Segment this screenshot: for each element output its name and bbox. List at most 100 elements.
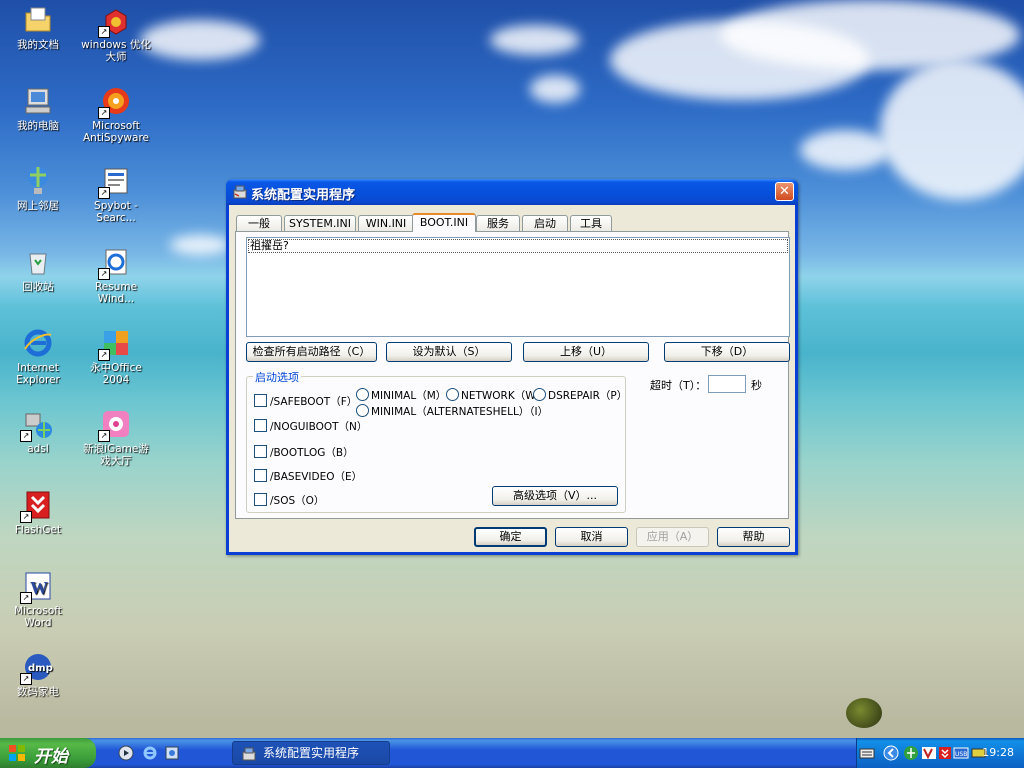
clock[interactable]: 19:28 — [982, 746, 1014, 759]
dsrepair-radio[interactable] — [533, 388, 546, 401]
desktop-icon-antispyware[interactable]: ↗ Microsoft AntiSpyware — [78, 85, 154, 144]
desktop-icon-my-documents[interactable]: 我的文档 — [0, 4, 76, 51]
window-title: 系统配置实用程序 — [251, 188, 356, 203]
shortcut-arrow-icon: ↗ — [98, 187, 110, 199]
media-player-icon[interactable] — [118, 745, 134, 761]
boot-options-group: 启动选项 /SAFEBOOT（F） /NOGUIBOOT（N） /BOOTLOG… — [246, 369, 627, 513]
tab-services[interactable]: 服务 — [476, 215, 520, 231]
internet-explorer-icon — [24, 329, 52, 357]
desktop-icon-label: Microsoft Word — [14, 605, 62, 629]
desktop-icon-label: windows 优化大师 — [81, 39, 151, 63]
boot-ini-listbox[interactable]: 祖擢岳? — [246, 237, 790, 337]
tab-general[interactable]: 一般 — [236, 215, 282, 231]
keyboard-icon[interactable] — [859, 745, 875, 761]
minimal-label: MINIMAL（M） — [371, 390, 447, 402]
system-config-window: 系统配置实用程序 ✕ 一般 SYSTEM.INI WIN.INI BOOT.IN… — [226, 179, 798, 555]
svg-text:USB: USB — [955, 751, 967, 758]
desktop-icon-internet-explorer[interactable]: Internet Explorer — [0, 327, 76, 386]
network-icon[interactable] — [903, 745, 919, 761]
desktop-icon-label: 回收站 — [22, 281, 54, 293]
system-tray: USB 19:28 — [856, 738, 1024, 768]
close-icon: ✕ — [779, 184, 790, 199]
move-up-button[interactable]: 上移（U） — [523, 342, 649, 362]
desktop-icon-resume-windows[interactable]: ↗ Resume Wind... — [78, 246, 154, 305]
flashget-icon[interactable] — [937, 745, 953, 761]
start-label: 开始 — [34, 747, 68, 767]
antispyware-icon[interactable] — [921, 745, 937, 761]
help-button[interactable]: 帮助 — [717, 527, 790, 547]
check-all-boot-paths-button[interactable]: 检查所有启动路径（C） — [246, 342, 377, 362]
desktop-icon-recycle-bin[interactable]: 回收站 — [0, 246, 76, 293]
desktop-icon-adsl[interactable]: ↗ adsl — [0, 408, 76, 455]
desktop-icon-microsoft-word[interactable]: W ↗ Microsoft Word — [0, 570, 76, 629]
usb-icon[interactable]: USB — [953, 745, 969, 761]
desktop-icon-label: 网上邻居 — [17, 200, 59, 212]
desktop-icon-spybot[interactable]: ↗ Spybot - Searc... — [78, 165, 154, 224]
tab-startup[interactable]: 启动 — [522, 215, 568, 231]
tab-system-ini[interactable]: SYSTEM.INI — [284, 215, 356, 231]
folder-icon — [25, 7, 51, 32]
desktop-icon-label: Internet Explorer — [16, 362, 60, 386]
sos-checkbox[interactable] — [254, 493, 267, 506]
close-button[interactable]: ✕ — [775, 182, 794, 201]
timeout-input[interactable] — [708, 375, 746, 393]
shortcut-arrow-icon: ↗ — [20, 592, 32, 604]
boot-options-legend: 启动选项 — [253, 369, 301, 385]
noguiboot-checkbox[interactable] — [254, 419, 267, 432]
safeboot-checkbox[interactable] — [254, 394, 267, 407]
desktop-icon-digital-appliance[interactable]: dmp ↗ 数码家电 — [0, 651, 76, 698]
minimal-alternateshell-radio[interactable] — [356, 404, 369, 417]
network-places-icon — [28, 167, 48, 194]
timeout-unit-label: 秒 — [751, 379, 762, 392]
desktop-icon-label: Resume Wind... — [94, 281, 138, 305]
shortcut-arrow-icon: ↗ — [98, 26, 110, 38]
show-desktop-icon[interactable] — [164, 745, 180, 761]
svg-text:W: W — [30, 578, 48, 598]
shortcut-arrow-icon: ↗ — [98, 268, 110, 280]
shortcut-arrow-icon: ↗ — [20, 511, 32, 523]
tab-tools[interactable]: 工具 — [570, 215, 612, 231]
start-button[interactable]: 开始 — [0, 738, 96, 768]
apply-button[interactable]: 应用（A） — [636, 527, 709, 547]
minimal-radio[interactable] — [356, 388, 369, 401]
tab-win-ini[interactable]: WIN.INI — [358, 215, 414, 231]
taskbar-item-label: 系统配置实用程序 — [263, 746, 360, 760]
desktop-icon-label: Microsoft AntiSpyware — [83, 120, 149, 144]
basevideo-checkbox[interactable] — [254, 469, 267, 482]
advanced-options-button[interactable]: 高级选项（V）... — [492, 486, 618, 506]
bootlog-checkbox[interactable] — [254, 445, 267, 458]
boot-ini-panel: 祖擢岳? 检查所有启动路径（C） 设为默认（S） 上移（U） 下移（D） 启动选… — [235, 231, 790, 519]
internet-explorer-icon[interactable] — [142, 745, 158, 761]
computer-icon — [25, 88, 51, 114]
msconfig-icon — [233, 185, 247, 199]
desktop-icon-label: 新浪iGame游戏大厅 — [83, 443, 149, 467]
basevideo-label: /BASEVIDEO（E） — [270, 471, 363, 483]
taskbar: 开始 系统配置实用程序 USB 19:28 — [0, 738, 1024, 768]
arrow-left-icon[interactable] — [883, 745, 899, 761]
set-as-default-button[interactable]: 设为默认（S） — [386, 342, 512, 362]
network-radio[interactable] — [446, 388, 459, 401]
shortcut-arrow-icon: ↗ — [98, 349, 110, 361]
desktop-icon-label: Spybot - Searc... — [94, 200, 138, 224]
ok-button[interactable]: 确定 — [474, 527, 547, 547]
window-titlebar[interactable]: 系统配置实用程序 ✕ — [226, 179, 798, 205]
safeboot-label: /SAFEBOOT（F） — [270, 396, 358, 408]
tab-boot-ini[interactable]: BOOT.INI — [412, 213, 476, 232]
desktop-icon-my-computer[interactable]: 我的电脑 — [0, 85, 76, 132]
cancel-button[interactable]: 取消 — [555, 527, 628, 547]
recycle-bin-icon — [29, 253, 47, 275]
desktop-icon-yozo-office[interactable]: ↗ 永中Office 2004 — [78, 327, 154, 386]
shortcut-arrow-icon: ↗ — [20, 430, 32, 442]
list-item[interactable]: 祖擢岳? — [248, 239, 788, 253]
bootlog-label: /BOOTLOG（B） — [270, 447, 354, 459]
desktop-icon-flashget[interactable]: ↗ FlashGet — [0, 489, 76, 536]
desktop-icon-label: adsl — [27, 443, 49, 455]
shortcut-arrow-icon: ↗ — [98, 430, 110, 442]
taskbar-item-system-config[interactable]: 系统配置实用程序 — [232, 741, 390, 765]
move-down-button[interactable]: 下移（D） — [664, 342, 790, 362]
timeout-label: 超时（T）： — [650, 379, 707, 392]
desktop-icon-windows-optimizer[interactable]: ↗ windows 优化大师 — [78, 4, 154, 63]
shortcut-arrow-icon: ↗ — [20, 673, 32, 685]
desktop-icon-network-places[interactable]: 网上邻居 — [0, 165, 76, 212]
desktop-icon-sina-igame[interactable]: ↗ 新浪iGame游戏大厅 — [78, 408, 154, 467]
